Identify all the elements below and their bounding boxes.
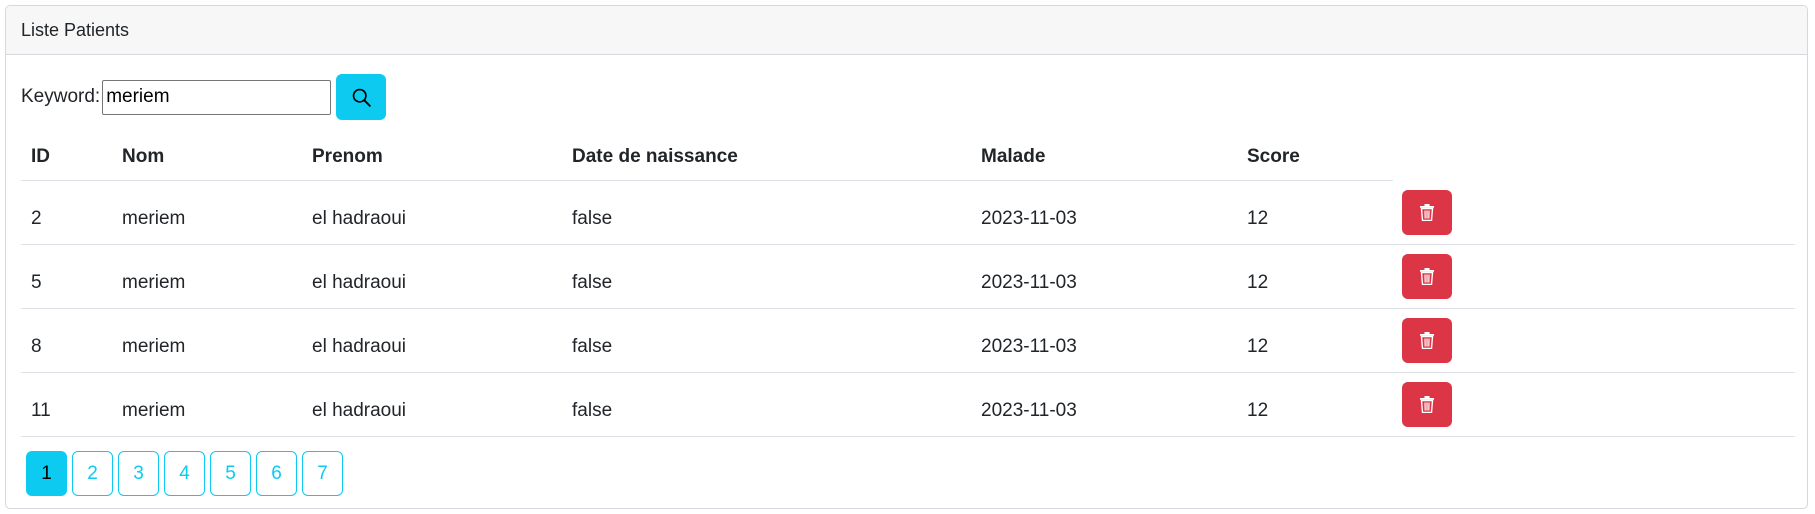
page-button-5[interactable]: 5: [210, 451, 251, 496]
delete-button[interactable]: [1402, 254, 1452, 299]
table-row: 11 meriem el hadraoui false 2023-11-03 1…: [21, 372, 1795, 437]
keyword-input[interactable]: [102, 79, 332, 115]
header-prenom: Prenom: [302, 133, 562, 181]
cell-id: 5: [21, 244, 112, 309]
search-button[interactable]: [336, 74, 387, 120]
page-button-6[interactable]: 6: [256, 451, 297, 496]
trash-icon: [1420, 332, 1434, 349]
cell-actions: [1393, 180, 1795, 245]
trash-icon: [1420, 268, 1434, 285]
patients-table: ID Nom Prenom Date de naissance Malade S…: [21, 133, 1795, 437]
cell-actions: [1393, 244, 1795, 309]
table-row: 8 meriem el hadraoui false 2023-11-03 12: [21, 308, 1795, 373]
cell-id: 11: [21, 372, 112, 437]
pagination: 1 2 3 4 5 6 7: [26, 451, 348, 496]
cell-score: 12: [1237, 244, 1393, 309]
trash-icon: [1420, 203, 1434, 221]
cell-id: 8: [21, 308, 112, 373]
card-title: Liste Patients: [21, 19, 130, 40]
cell-score: 12: [1237, 180, 1393, 245]
cell-nom: meriem: [112, 180, 302, 245]
page-button-4[interactable]: 4: [164, 451, 205, 496]
card-header: Liste Patients: [6, 6, 1807, 55]
page-button-1[interactable]: 1: [26, 451, 67, 496]
cell-prenom: el hadraoui: [302, 308, 562, 373]
trash-icon: [1420, 396, 1434, 413]
cell-date-naissance: false: [562, 180, 971, 245]
delete-button[interactable]: [1402, 382, 1452, 427]
header-date-naissance: Date de naissance: [562, 133, 971, 181]
table-row: 2 meriem el hadraoui false 2023-11-03 12: [21, 180, 1795, 245]
header-malade: Malade: [971, 133, 1237, 181]
cell-score: 12: [1237, 372, 1393, 437]
cell-score: 12: [1237, 308, 1393, 373]
cell-malade: 2023-11-03: [971, 244, 1237, 309]
cell-nom: meriem: [112, 244, 302, 309]
cell-malade: 2023-11-03: [971, 180, 1237, 245]
search-form: Keyword:: [21, 74, 387, 120]
header-actions: [1393, 133, 1795, 181]
patients-card: Liste Patients Keyword: meriem ID Nom Pr…: [5, 5, 1808, 509]
cell-actions: [1393, 372, 1795, 437]
cell-nom: meriem: [112, 372, 302, 437]
page-button-3[interactable]: 3: [118, 451, 159, 496]
page-button-7[interactable]: 7: [302, 451, 343, 496]
cell-id: 2: [21, 180, 112, 245]
cell-date-naissance: false: [562, 372, 971, 437]
cell-prenom: el hadraoui: [302, 180, 562, 245]
cell-prenom: el hadraoui: [302, 244, 562, 309]
search-icon: [352, 88, 371, 107]
delete-button[interactable]: [1402, 318, 1452, 363]
cell-malade: 2023-11-03: [971, 308, 1237, 373]
cell-malade: 2023-11-03: [971, 372, 1237, 437]
header-score: Score: [1237, 133, 1393, 181]
keyword-label: Keyword:: [21, 86, 101, 107]
cell-date-naissance: false: [562, 244, 971, 309]
header-nom: Nom: [112, 133, 302, 181]
cell-prenom: el hadraoui: [302, 372, 562, 437]
header-id: ID: [21, 133, 112, 181]
delete-button[interactable]: [1402, 189, 1452, 235]
cell-nom: meriem: [112, 308, 302, 373]
cell-actions: [1393, 308, 1795, 373]
table-header-row: ID Nom Prenom Date de naissance Malade S…: [21, 133, 1795, 181]
table-row: 5 meriem el hadraoui false 2023-11-03 12: [21, 244, 1795, 309]
cell-date-naissance: false: [562, 308, 971, 373]
page-button-2[interactable]: 2: [72, 451, 113, 496]
